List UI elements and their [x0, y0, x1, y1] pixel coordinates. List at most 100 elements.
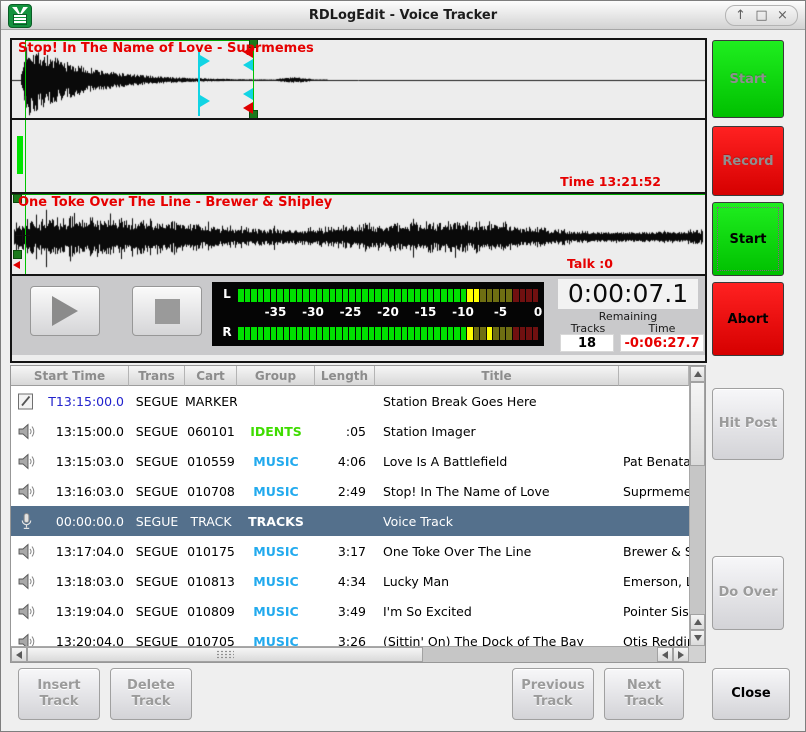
meter-segment — [369, 327, 375, 340]
meter-segment — [448, 289, 454, 302]
track2-start-handle-bottom[interactable] — [13, 250, 22, 259]
meter-segment — [330, 289, 336, 302]
cell-group: MUSIC — [237, 574, 315, 589]
meter-segment — [303, 289, 309, 302]
column-header-title[interactable]: Title — [375, 366, 619, 386]
waveform-pane-track2[interactable]: One Toke Over The Line - Brewer & Shiple… — [12, 194, 705, 276]
stop-button[interactable] — [132, 286, 202, 336]
shade-window-button[interactable]: ↑ — [730, 6, 751, 25]
column-header-group[interactable]: Group — [237, 366, 315, 386]
cell-artist: Suprmemes — [619, 484, 689, 499]
waveform-pane-voicetrack[interactable]: Time 13:21:52 — [12, 120, 705, 194]
abort-button[interactable]: Abort — [712, 282, 784, 356]
next-track-button[interactable]: Next Track — [604, 668, 684, 720]
scroll-right-button[interactable] — [673, 647, 689, 662]
column-header-cart[interactable]: Cart — [185, 366, 237, 386]
cell-title: Station Break Goes Here — [375, 394, 619, 409]
meter-segment — [356, 327, 362, 340]
track1-title: Stop! In The Name of Love - Suprmemes — [18, 41, 314, 56]
meter-segment — [356, 289, 362, 302]
log-row[interactable]: T13:15:00.0SEGUEMARKERStation Break Goes… — [11, 386, 689, 416]
log-row[interactable]: 13:17:04.0SEGUE010175MUSIC3:17One Toke O… — [11, 536, 689, 566]
delete-track-button[interactable]: Delete Track — [110, 668, 192, 720]
play-button[interactable] — [30, 286, 100, 336]
scroll-left-button[interactable] — [11, 647, 27, 662]
cell-start: 13:20:04.0 — [41, 634, 129, 647]
cell-artist: Pat Benatar — [619, 454, 689, 469]
vertical-scrollbar[interactable] — [689, 366, 705, 646]
waveform-pane-track1[interactable]: Stop! In The Name of Love - Suprmemes — [12, 40, 705, 120]
do-over-button[interactable]: Do Over — [712, 556, 784, 630]
meter-scale-tick: -5 — [494, 305, 507, 319]
segue-end-marker-top-icon[interactable] — [243, 59, 253, 71]
log-row[interactable]: 13:15:00.0SEGUE060101IDENTS:05Station Im… — [11, 416, 689, 446]
log-row[interactable]: 00:00:00.0SEGUETRACKTRACKSVoice Track — [11, 506, 689, 536]
segue-end-marker-bottom-icon[interactable] — [243, 88, 253, 100]
scroll-down-button[interactable] — [690, 630, 705, 646]
log-row[interactable]: 13:19:04.0SEGUE010809MUSIC3:49I'm So Exc… — [11, 596, 689, 626]
cell-cart: TRACK — [185, 514, 237, 529]
segue-start-marker-bottom-icon[interactable] — [200, 95, 210, 107]
meter-segment — [317, 327, 323, 340]
meter-segment — [375, 327, 381, 340]
log-row[interactable]: 13:20:04.0SEGUE010705MUSIC3:26(Sittin' O… — [11, 626, 689, 646]
meter-segment — [277, 289, 283, 302]
meter-segment — [428, 327, 434, 340]
cell-trans: SEGUE — [129, 484, 185, 499]
fade-marker-bottom-icon[interactable] — [243, 102, 253, 114]
title-bar[interactable]: RDLogEdit - Voice Tracker ↑ □ × — [1, 1, 805, 30]
insert-track-button[interactable]: Insert Track — [18, 668, 100, 720]
cell-title: Love Is A Battlefield — [375, 454, 619, 469]
microphone-icon — [11, 512, 41, 531]
meter-segment — [402, 289, 408, 302]
horizontal-scrollbar[interactable] — [11, 646, 689, 662]
meter-bar-right — [238, 327, 538, 340]
maximize-window-button[interactable]: □ — [751, 6, 772, 25]
horizontal-scroll-thumb[interactable] — [27, 647, 423, 662]
meter-segment — [506, 327, 512, 340]
meter-segment — [533, 289, 539, 302]
meter-segment — [369, 289, 375, 302]
start-record-button[interactable]: Start — [712, 40, 784, 118]
cell-group: MUSIC — [237, 544, 315, 559]
time-remaining-value: -0:06:27.7 — [620, 334, 704, 352]
scroll-up-button-2[interactable] — [690, 614, 705, 630]
log-row[interactable]: 13:16:03.0SEGUE010708MUSIC2:49Stop! In T… — [11, 476, 689, 506]
window-controls: ↑ □ × — [725, 5, 798, 26]
track2-title: One Toke Over The Line - Brewer & Shiple… — [18, 195, 332, 210]
scroll-left-button-2[interactable] — [657, 647, 673, 662]
hit-post-button[interactable]: Hit Post — [712, 388, 784, 460]
segue-start-marker-top-icon[interactable] — [200, 55, 210, 67]
meter-segment — [533, 327, 539, 340]
column-header-trans[interactable]: Trans — [129, 366, 185, 386]
cell-trans: SEGUE — [129, 604, 185, 619]
previous-track-button[interactable]: Previous Track — [512, 668, 594, 720]
meter-segment — [375, 289, 381, 302]
meter-scale: -35-30-25-20-15-10-50 — [238, 305, 538, 321]
log-row[interactable]: 13:15:03.0SEGUE010559MUSIC4:06Love Is A … — [11, 446, 689, 476]
meter-scale-tick: -15 — [415, 305, 437, 319]
cell-trans: SEGUE — [129, 544, 185, 559]
log-row[interactable]: 13:18:03.0SEGUE010813MUSIC4:34Lucky ManE… — [11, 566, 689, 596]
meter-segment — [245, 289, 251, 302]
playhead-line[interactable] — [25, 120, 26, 192]
meter-segment — [271, 289, 277, 302]
column-header-length[interactable]: Length — [315, 366, 375, 386]
play-icon — [52, 296, 78, 326]
column-header-start-time[interactable]: Start Time — [11, 366, 129, 386]
start-button[interactable]: Start — [712, 202, 784, 276]
voice-tracker-window: RDLogEdit - Voice Tracker ↑ □ × Stop! In… — [0, 0, 806, 732]
scroll-up-button[interactable] — [690, 366, 705, 382]
cell-group: MUSIC — [237, 604, 315, 619]
column-header-blank[interactable] — [619, 366, 689, 386]
meter-segment — [434, 327, 440, 340]
cell-artist: Emerson, L — [619, 574, 689, 589]
record-button[interactable]: Record — [712, 126, 784, 196]
track2-fade-marker-icon[interactable] — [13, 261, 20, 269]
vertical-scroll-thumb[interactable] — [690, 382, 705, 466]
meter-segment — [454, 289, 460, 302]
close-button[interactable]: Close — [712, 668, 790, 720]
meter-segment — [467, 289, 473, 302]
cell-cart: 010175 — [185, 544, 237, 559]
close-window-button[interactable]: × — [772, 6, 793, 25]
